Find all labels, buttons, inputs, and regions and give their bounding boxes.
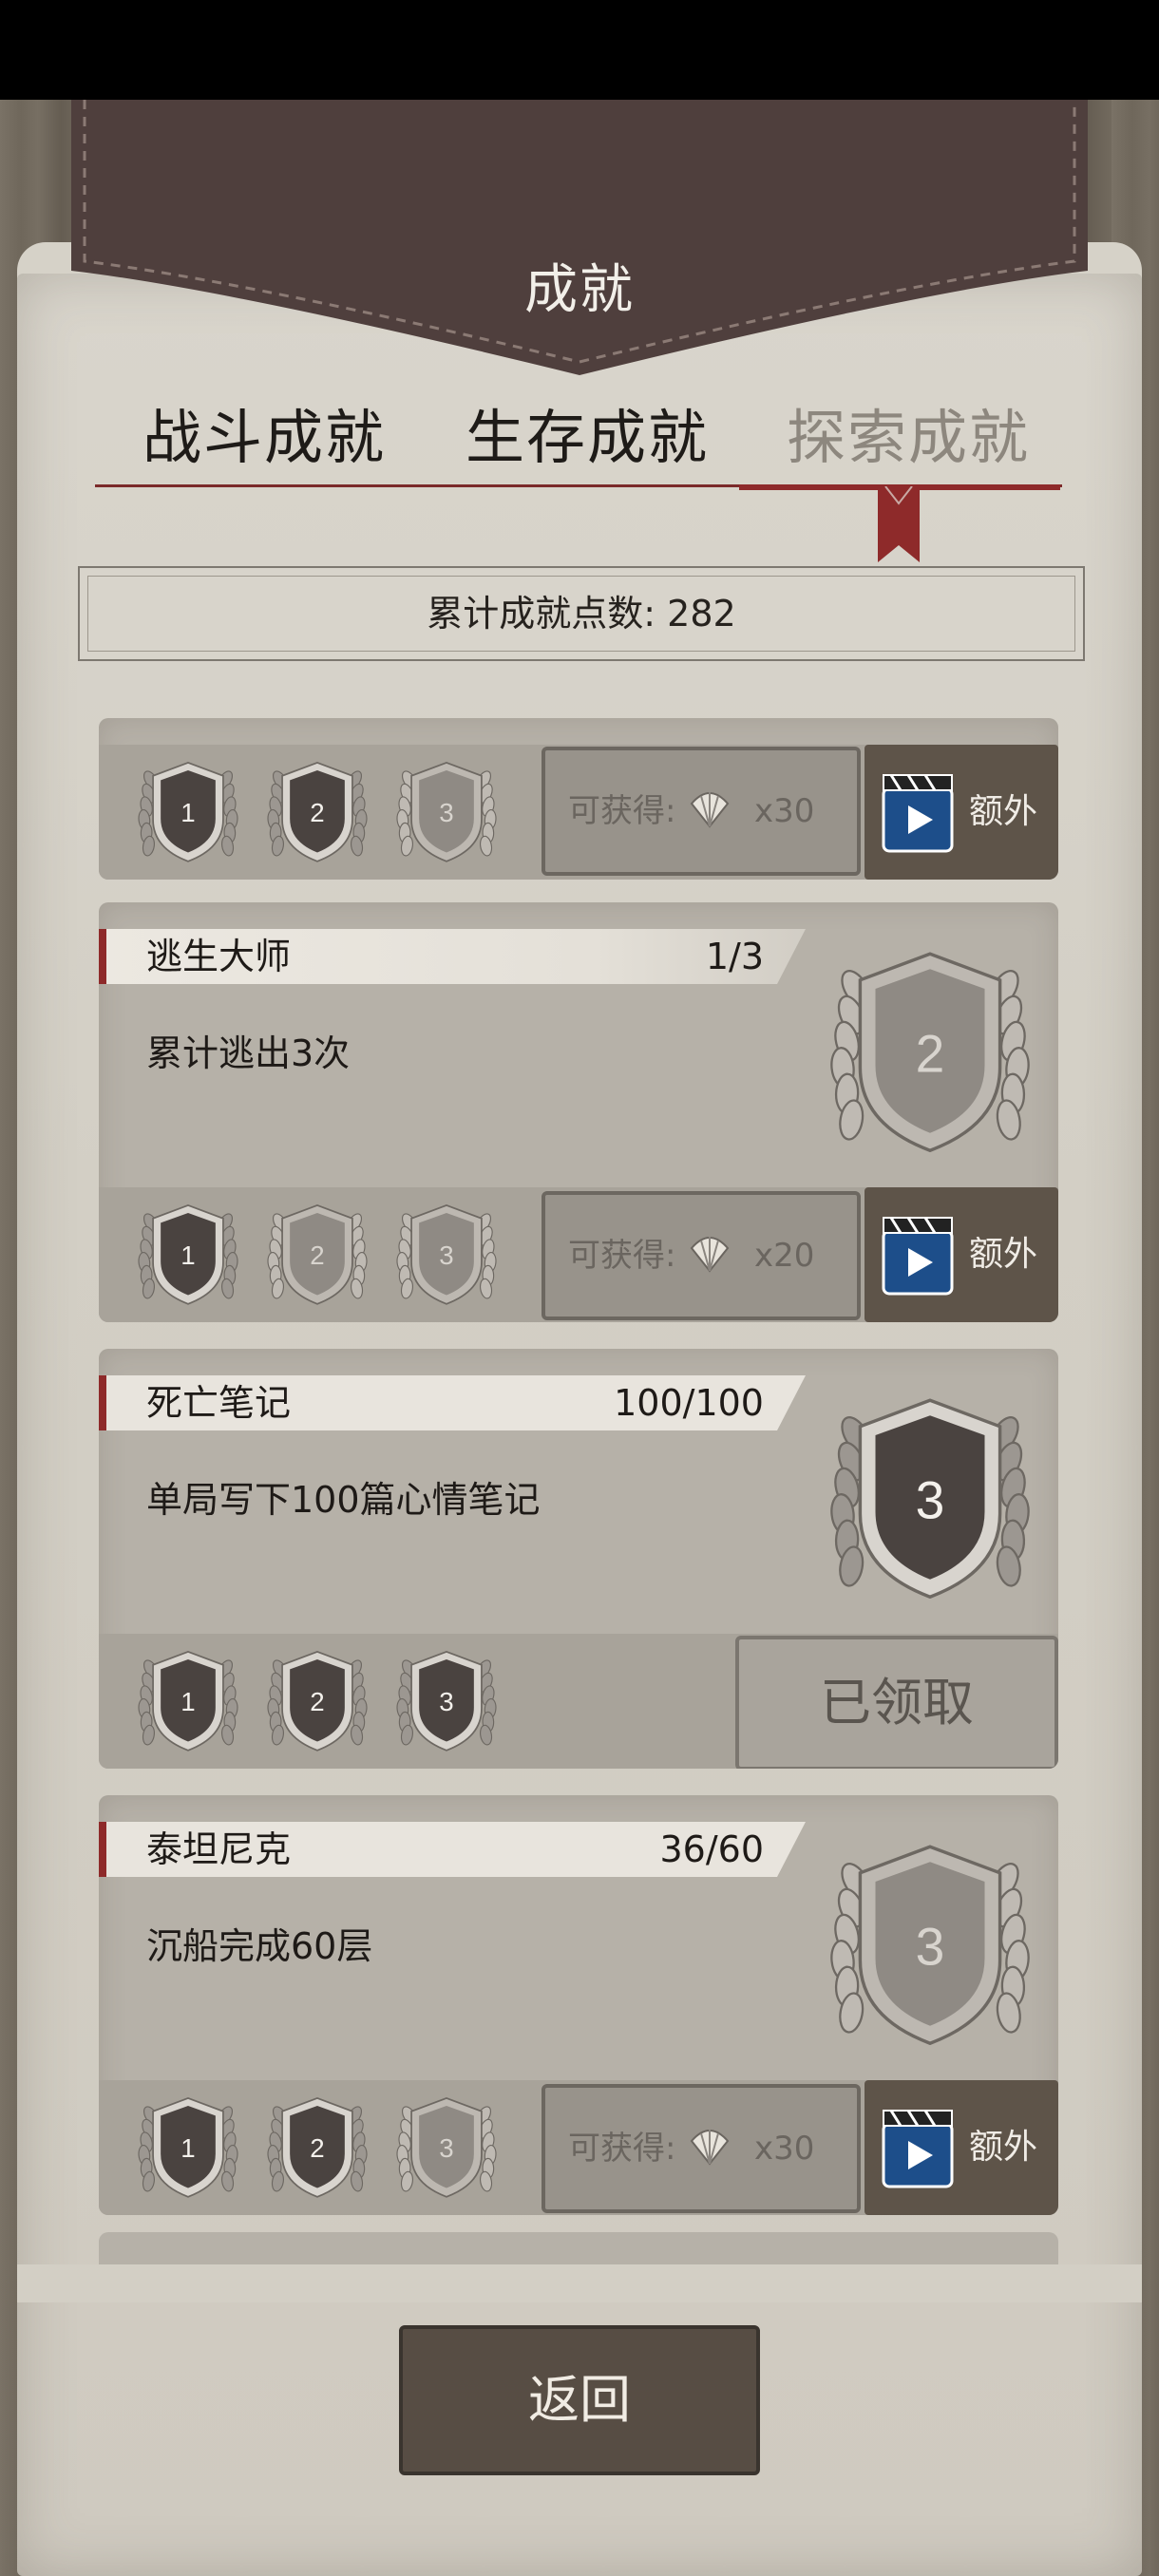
tier-number: 3 — [439, 2133, 453, 2163]
reward-label: 可获得: — [568, 792, 676, 830]
achievement-card: 逃生大师 1/3 累计逃出3次 2 1 2 3 可获得: x20 额外 — [99, 902, 1058, 1322]
achievement-card: 泰坦尼克 36/60 沉船完成60层 3 1 2 3 可获得: x30 额外 — [99, 1795, 1058, 2215]
achievement-description: 单局写下100篇心情笔记 — [146, 1479, 541, 1521]
reward-label: 可获得: — [568, 2130, 676, 2168]
reward-button[interactable]: 可获得: x30 — [542, 747, 861, 876]
achievement-tier-badge: 3 — [821, 1833, 1039, 2061]
reward-quantity: x20 — [754, 1237, 815, 1275]
video-clapper-icon — [882, 1217, 954, 1296]
shell-icon — [690, 2130, 730, 2166]
achievement-name: 死亡笔记 — [146, 1382, 292, 1424]
tab-marker-ribbon — [878, 486, 920, 562]
claimed-button: 已领取 — [735, 1636, 1058, 1769]
tab-survival[interactable]: 生存成就 — [466, 389, 709, 475]
extra-reward-button[interactable]: 额外 — [864, 2080, 1058, 2215]
tier-number: 1 — [180, 2133, 195, 2163]
achievement-progress: 100/100 — [614, 1382, 764, 1424]
extra-reward-button[interactable]: 额外 — [864, 1187, 1058, 1322]
list-fade — [17, 2264, 1142, 2302]
achievement-description: 累计逃出3次 — [146, 1032, 351, 1074]
achievement-progress: 36/60 — [659, 1828, 764, 1870]
tier-badge-1: 1 — [133, 756, 243, 870]
extra-label: 额外 — [969, 1235, 1038, 1274]
tier-number: 2 — [310, 1687, 324, 1716]
tab-bar: 战斗成就 生存成就 探索成就 — [95, 389, 1064, 484]
tier-badge-3: 3 — [391, 756, 502, 870]
return-button[interactable]: 返回 — [399, 2325, 760, 2475]
tier-number: 1 — [180, 1241, 195, 1270]
tab-explore[interactable]: 探索成就 — [787, 389, 1030, 475]
tier-badge-2: 2 — [262, 1199, 372, 1313]
extra-reward-button[interactable]: 额外 — [864, 745, 1058, 880]
tier-number: 2 — [310, 2133, 324, 2163]
tier-badge-2: 2 — [262, 2092, 372, 2206]
extra-label: 额外 — [969, 792, 1038, 831]
tier-badge-2: 2 — [262, 1645, 372, 1759]
tier-number: 3 — [916, 1917, 945, 1976]
tier-badge-3: 3 — [391, 2092, 502, 2206]
reward-quantity: x30 — [754, 2130, 815, 2168]
tier-number: 3 — [439, 1241, 453, 1270]
achievement-card-partial: 1 2 3 可获得: x30 额外 — [99, 718, 1058, 880]
tier-badge-3: 3 — [391, 1645, 502, 1759]
reward-button[interactable]: 可获得: x30 — [542, 2084, 861, 2213]
extra-label: 额外 — [969, 2128, 1038, 2167]
tier-number: 3 — [916, 1470, 945, 1529]
video-clapper-icon — [882, 774, 954, 853]
shell-icon — [690, 1237, 730, 1273]
status-bar — [0, 0, 1159, 100]
leather-header — [71, 100, 1088, 375]
video-clapper-icon — [882, 2110, 954, 2188]
achievement-tier-badge: 3 — [821, 1387, 1039, 1615]
tier-number: 1 — [180, 1687, 195, 1716]
tier-badge-3: 3 — [391, 1199, 502, 1313]
tier-badge-1: 1 — [133, 1645, 243, 1759]
achievement-name: 泰坦尼克 — [146, 1828, 292, 1870]
page-title: 成就 — [524, 259, 635, 321]
achievement-card: 死亡笔记 100/100 单局写下100篇心情笔记 3 1 2 3 已领取 — [99, 1349, 1058, 1769]
tier-number: 2 — [310, 798, 324, 827]
tier-number: 3 — [439, 798, 453, 827]
tier-number: 2 — [310, 1241, 324, 1270]
reward-button[interactable]: 可获得: x20 — [542, 1191, 861, 1320]
tab-combat[interactable]: 战斗成就 — [142, 389, 386, 475]
achievement-points-text: 累计成就点数: 282 — [427, 593, 736, 635]
tier-number: 2 — [916, 1024, 945, 1083]
achievement-tier-badge: 2 — [821, 940, 1039, 1168]
shell-icon — [690, 792, 730, 828]
tier-badge-2: 2 — [262, 756, 372, 870]
achievement-name: 逃生大师 — [146, 936, 292, 977]
reward-label: 可获得: — [568, 1237, 676, 1275]
achievement-description: 沉船完成60层 — [146, 1925, 373, 1967]
reward-quantity: x30 — [754, 792, 815, 830]
achievement-points-panel: 累计成就点数: 282 — [78, 566, 1085, 661]
tier-badge-1: 1 — [133, 1199, 243, 1313]
tier-badge-1: 1 — [133, 2092, 243, 2206]
achievement-progress: 1/3 — [705, 936, 764, 977]
tier-number: 1 — [180, 798, 195, 827]
tier-number: 3 — [439, 1687, 453, 1716]
